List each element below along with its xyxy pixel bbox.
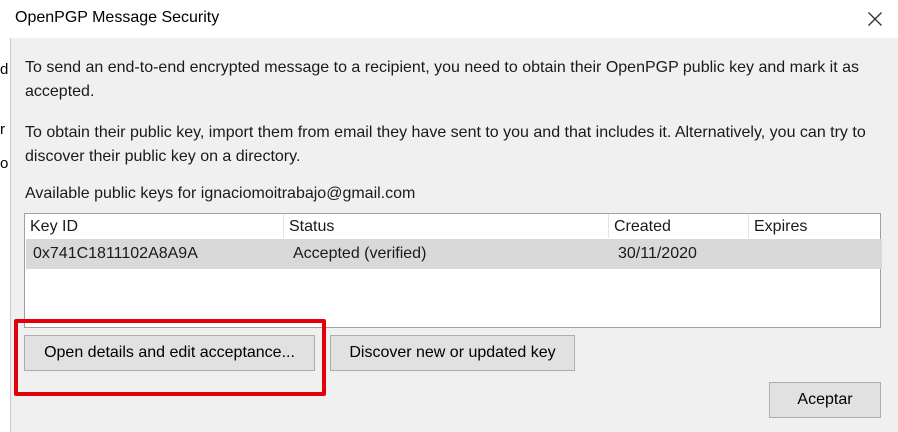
background-text-fragment: d: [0, 61, 9, 78]
column-header-status[interactable]: Status: [284, 214, 609, 238]
background-text-fragment: r: [0, 121, 5, 138]
column-header-expires[interactable]: Expires: [749, 214, 880, 238]
close-icon: [868, 12, 882, 26]
public-keys-table[interactable]: Key ID Status Created Expires 0x741C1811…: [24, 213, 882, 328]
column-header-created[interactable]: Created: [609, 214, 749, 238]
table-row[interactable]: 0x741C1811102A8A9A Accepted (verified) 3…: [26, 239, 882, 269]
window-title: OpenPGP Message Security: [15, 9, 220, 26]
discover-key-button[interactable]: Discover new or updated key: [330, 335, 575, 371]
background-text-fragment: o: [0, 155, 9, 172]
column-header-key-id[interactable]: Key ID: [25, 214, 284, 238]
accept-button[interactable]: Aceptar: [769, 382, 881, 418]
background-window-edge: d r o: [0, 38, 11, 432]
cell-key-id: 0x741C1811102A8A9A: [33, 245, 198, 262]
cell-status: Accepted (verified): [293, 245, 427, 262]
title-bar: OpenPGP Message Security: [0, 0, 898, 38]
available-keys-label: Available public keys for ignaciomoitrab…: [25, 185, 416, 202]
intro-paragraph-2: To obtain their public key, import them …: [25, 124, 866, 165]
table-header: Key ID Status Created Expires: [25, 214, 880, 238]
intro-paragraph-1: To send an end-to-end encrypted message …: [25, 59, 859, 100]
close-button[interactable]: [852, 0, 898, 38]
highlight-annotation: [14, 319, 326, 396]
cell-created: 30/11/2020: [618, 245, 697, 262]
